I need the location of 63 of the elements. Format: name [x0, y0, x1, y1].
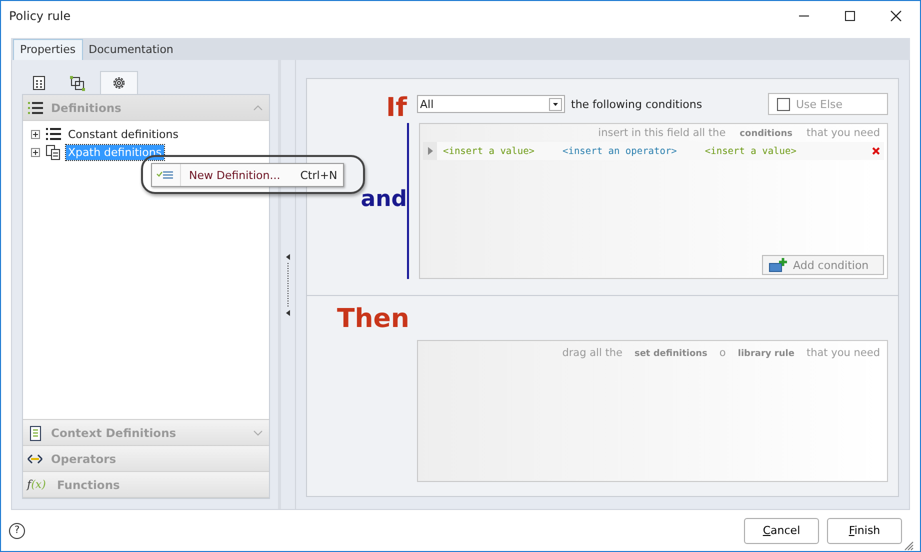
- menu-item-label: New Definition...: [189, 168, 280, 182]
- accordion-header[interactable]: Operators: [23, 446, 269, 472]
- hint-term: library rule: [738, 349, 794, 359]
- accordion-label: Context Definitions: [51, 426, 176, 440]
- tree-item[interactable]: Constant definitions: [66, 126, 180, 142]
- tab[interactable]: Documentation: [82, 40, 180, 60]
- menu-item[interactable]: New Definition... Ctrl+N: [180, 164, 343, 186]
- value-slot[interactable]: <insert a value>: [443, 146, 535, 156]
- accordion-label: Definitions: [51, 100, 122, 114]
- expand-plus-icon[interactable]: [31, 148, 40, 156]
- use-else-checkbox[interactable]: Use Else: [768, 93, 888, 115]
- accordion-header[interactable]: Definitions: [23, 95, 269, 121]
- tree-item[interactable]: Xpath definitions: [66, 144, 164, 160]
- maximize-icon[interactable]: [844, 10, 856, 22]
- accordion-header[interactable]: Context Definitions: [23, 420, 269, 446]
- then-keyword: Then: [337, 304, 410, 334]
- list-icon: [45, 127, 61, 141]
- list-icon: [27, 100, 43, 116]
- close-icon[interactable]: [890, 10, 902, 22]
- expand-plus-icon[interactable]: [31, 130, 40, 138]
- hint-term: set definitions: [634, 349, 708, 359]
- hint-text: that you need: [806, 127, 880, 139]
- condition-row[interactable]: <insert a value> <insert an operator> <insert a value>: [423, 142, 884, 160]
- hint-text: insert in this field all the: [598, 127, 726, 139]
- accordion-header[interactable]: f(x) Functions: [23, 472, 269, 498]
- help-icon[interactable]: ?: [9, 522, 25, 538]
- add-condition-button[interactable]: Add condition: [762, 255, 884, 275]
- tab[interactable]: Properties: [13, 39, 83, 60]
- icon-tab[interactable]: [100, 71, 138, 94]
- dropdown-value: All: [420, 98, 434, 110]
- dialog-button[interactable]: Cancel: [744, 518, 819, 544]
- dropdown-caret-icon[interactable]: [549, 98, 562, 110]
- splitter-grip-icon[interactable]: [285, 252, 291, 316]
- nested-squares-icon: [69, 75, 85, 91]
- match-label: the following conditions: [571, 98, 702, 110]
- shortcut-label: Ctrl+N: [300, 168, 338, 182]
- delete-icon[interactable]: [872, 147, 880, 155]
- hint-text: drag all the: [562, 347, 622, 359]
- match-dropdown[interactable]: All: [417, 95, 565, 113]
- conditions-field[interactable]: insert in this field all the conditions that you need <insert a value> <insert an operator> <insert a value> Add condition: [419, 123, 888, 279]
- resize-grip-icon[interactable]: [904, 541, 914, 551]
- checklist-icon: [156, 169, 174, 181]
- gear-icon: [111, 75, 127, 91]
- documents-icon: [45, 144, 61, 160]
- hint-text: that you need: [806, 347, 880, 359]
- hint-term: conditions: [740, 129, 792, 139]
- checkbox[interactable]: [777, 98, 790, 110]
- operator-slot[interactable]: <insert an operator>: [562, 146, 677, 156]
- function-icon: f(x): [27, 478, 49, 491]
- accordion-label: Operators: [51, 452, 116, 466]
- accordion-label: Functions: [57, 478, 120, 492]
- value-slot[interactable]: <insert a value>: [704, 146, 796, 156]
- row-expand-icon[interactable]: [423, 142, 437, 160]
- if-keyword: If: [386, 93, 407, 123]
- and-keyword: and: [360, 187, 407, 212]
- add-row-icon: [769, 258, 787, 272]
- checkbox-label: Use Else: [796, 98, 843, 110]
- document-grid-icon: [31, 75, 47, 91]
- window-title: Policy rule: [9, 9, 71, 23]
- book-icon: [27, 424, 43, 440]
- dialog-button[interactable]: Finish: [827, 518, 902, 544]
- hint-text: o: [719, 347, 726, 359]
- actions-field[interactable]: drag all the set definitions o library rule that you need: [417, 340, 888, 482]
